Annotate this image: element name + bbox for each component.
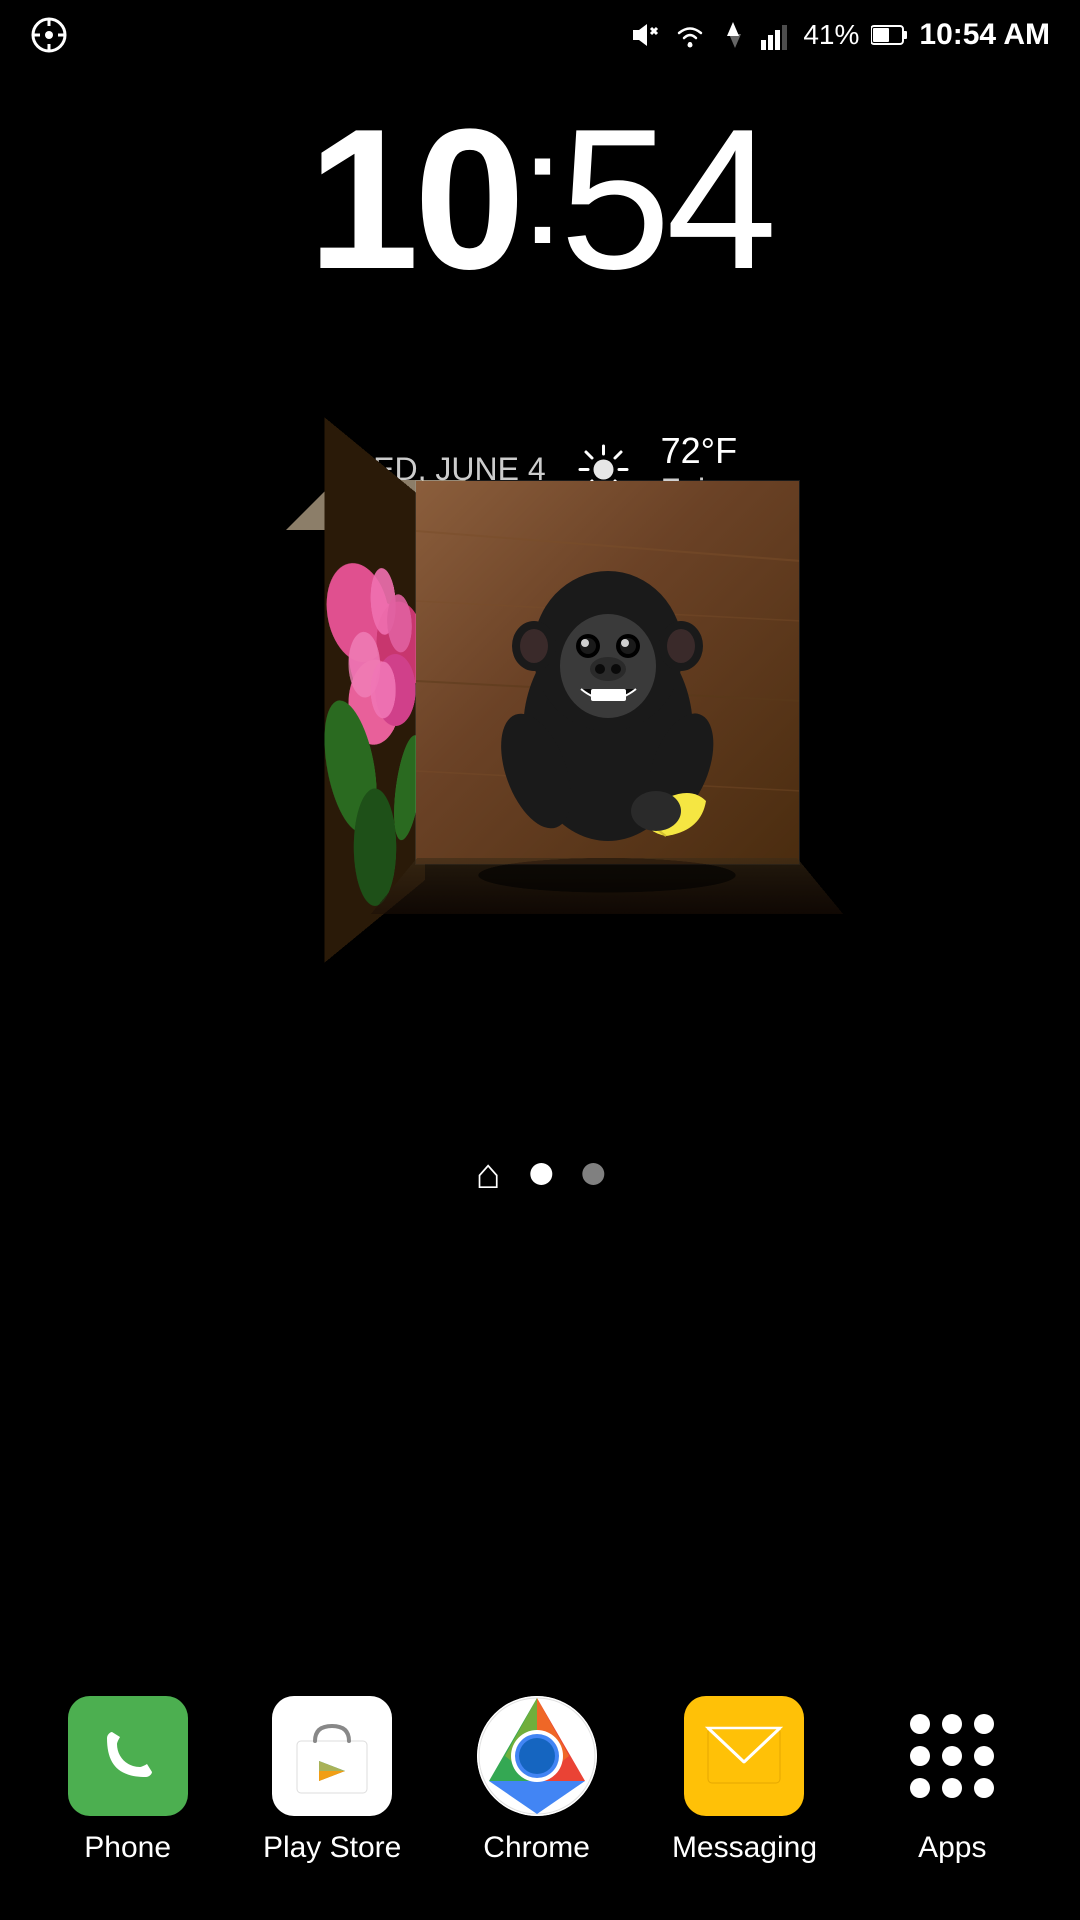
- apps-icon: [892, 1696, 1012, 1816]
- page-dot-2[interactable]: [583, 1163, 605, 1185]
- location-icon: [30, 16, 68, 54]
- status-time: 10:54 AM: [919, 18, 1050, 52]
- cube-front-face: [415, 480, 800, 865]
- chrome-icon: [477, 1696, 597, 1816]
- battery-icon: [871, 24, 907, 46]
- dock: Phone Play Store: [0, 1660, 1080, 1920]
- data-icon: [719, 18, 749, 52]
- dock-item-chrome[interactable]: Chrome: [477, 1696, 597, 1865]
- cube-bottom-face: [371, 858, 843, 914]
- dock-item-apps[interactable]: Apps: [892, 1696, 1012, 1865]
- clock-display: 10:54: [0, 100, 1080, 300]
- cube-widget: [270, 480, 810, 980]
- dock-item-messaging[interactable]: Messaging: [672, 1696, 817, 1865]
- mute-icon: [627, 18, 661, 52]
- status-bar: 41% 10:54 AM: [0, 0, 1080, 70]
- clock-widget: 10:54: [0, 100, 1080, 300]
- apps-grid-svg: [902, 1706, 1002, 1806]
- dock-item-phone[interactable]: Phone: [68, 1696, 188, 1865]
- playstore-svg: [287, 1711, 377, 1801]
- page-dot-1[interactable]: [531, 1163, 553, 1185]
- chrome-svg: [477, 1696, 597, 1816]
- chrome-label: Chrome: [483, 1831, 590, 1865]
- status-left: [30, 16, 68, 54]
- weather-temp: 72°F: [661, 430, 737, 472]
- phone-label: Phone: [84, 1831, 171, 1865]
- cube-3d: [285, 480, 795, 960]
- phone-svg: [92, 1720, 164, 1792]
- cube-bottom-svg: [371, 858, 843, 914]
- phone-icon: [68, 1696, 188, 1816]
- messaging-icon: [684, 1696, 804, 1816]
- messaging-label: Messaging: [672, 1831, 817, 1865]
- playstore-label: Play Store: [263, 1831, 401, 1865]
- page-indicators: ⌂: [475, 1150, 604, 1198]
- clock-colon: :: [520, 98, 559, 277]
- wifi-icon: [673, 18, 707, 52]
- signal-icon: [761, 20, 791, 50]
- home-page-icon[interactable]: ⌂: [475, 1150, 500, 1198]
- clock-minutes: 54: [560, 88, 772, 311]
- dock-item-playstore[interactable]: Play Store: [263, 1696, 401, 1865]
- playstore-icon: [272, 1696, 392, 1816]
- monkey-svg: [416, 481, 800, 865]
- battery-percent: 41%: [803, 19, 859, 51]
- clock-hours: 10: [308, 88, 520, 311]
- status-right: 41% 10:54 AM: [627, 18, 1050, 52]
- messaging-svg: [704, 1720, 784, 1792]
- apps-label: Apps: [918, 1831, 986, 1865]
